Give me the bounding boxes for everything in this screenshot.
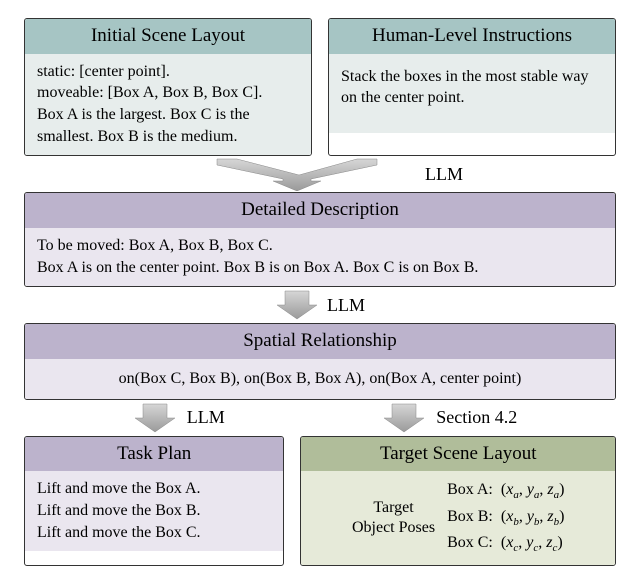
spatial-relationship-box: Spatial Relationship on(Box C, Box B), o… <box>24 323 616 399</box>
detailed-line-2: Box A is on the center point. Box B is o… <box>37 257 603 279</box>
detailed-description-box: Detailed Description To be moved: Box A,… <box>24 192 616 287</box>
bottom-outputs-row: Task Plan Lift and move the Box A. Lift … <box>24 436 616 566</box>
initial-scene-title: Initial Scene Layout <box>25 19 311 54</box>
target-row-b: Box B: (xb, yb, zb) <box>447 505 564 531</box>
detailed-line-1: To be moved: Box A, Box B, Box C. <box>37 235 603 257</box>
arrow-down-icon <box>382 402 426 434</box>
spatial-relationship-title: Spatial Relationship <box>25 324 615 359</box>
task-plan-box: Task Plan Lift and move the Box A. Lift … <box>24 436 284 566</box>
task-line-3: Lift and move the Box C. <box>37 522 271 544</box>
target-pose-list: Box A: (xa, ya, za) Box B: (xb, yb, zb) … <box>447 478 564 557</box>
arrow-label-section: Section 4.2 <box>436 407 517 428</box>
target-scene-layout-box: Target Scene Layout Target Object Poses … <box>300 436 616 566</box>
scene-line-3: Box A is the largest. Box C is the small… <box>37 104 299 147</box>
top-inputs-row: Initial Scene Layout static: [center poi… <box>24 18 616 156</box>
target-left-line-1: Target <box>352 498 435 518</box>
split-arrows-row: LLM Section 4.2 <box>24 400 616 436</box>
arrow-down-icon <box>275 289 319 321</box>
initial-scene-body: static: [center point]. moveable: [Box A… <box>25 54 311 155</box>
target-row-a: Box A: (xa, ya, za) <box>447 478 564 504</box>
arrow-down-icon <box>177 157 417 191</box>
arrow-llm-1: LLM <box>24 156 616 192</box>
arrow-down-icon <box>133 402 177 434</box>
target-scene-title: Target Scene Layout <box>301 437 615 472</box>
arrow-label-llm-1: LLM <box>425 164 463 185</box>
arrow-label-llm-2: LLM <box>327 295 365 316</box>
human-instructions-title: Human-Level Instructions <box>329 19 615 54</box>
arrow-llm-2: LLM <box>24 287 616 323</box>
scene-line-1: static: [center point]. <box>37 61 299 83</box>
target-scene-body: Target Object Poses Box A: (xa, ya, za) … <box>301 471 615 565</box>
task-line-1: Lift and move the Box A. <box>37 478 271 500</box>
spatial-relationship-body: on(Box C, Box B), on(Box B, Box A), on(B… <box>25 359 615 399</box>
task-plan-title: Task Plan <box>25 437 283 472</box>
detailed-description-title: Detailed Description <box>25 193 615 228</box>
human-instructions-body: Stack the boxes in the most stable way o… <box>329 54 615 133</box>
initial-scene-layout-box: Initial Scene Layout static: [center poi… <box>24 18 312 156</box>
human-instructions-box: Human-Level Instructions Stack the boxes… <box>328 18 616 156</box>
target-a-label: Box A: <box>447 481 493 498</box>
arrow-label-llm-3: LLM <box>187 407 225 428</box>
target-left-caption: Target Object Poses <box>352 498 435 538</box>
task-line-2: Lift and move the Box B. <box>37 500 271 522</box>
scene-line-2: moveable: [Box A, Box B, Box C]. <box>37 82 299 104</box>
detailed-description-body: To be moved: Box A, Box B, Box C. Box A … <box>25 228 615 286</box>
task-plan-body: Lift and move the Box A. Lift and move t… <box>25 471 283 551</box>
target-b-label: Box B: <box>447 508 493 525</box>
target-left-line-2: Object Poses <box>352 518 435 538</box>
target-c-label: Box C: <box>447 534 493 551</box>
target-row-c: Box C: (xc, yc, zc) <box>447 531 564 557</box>
